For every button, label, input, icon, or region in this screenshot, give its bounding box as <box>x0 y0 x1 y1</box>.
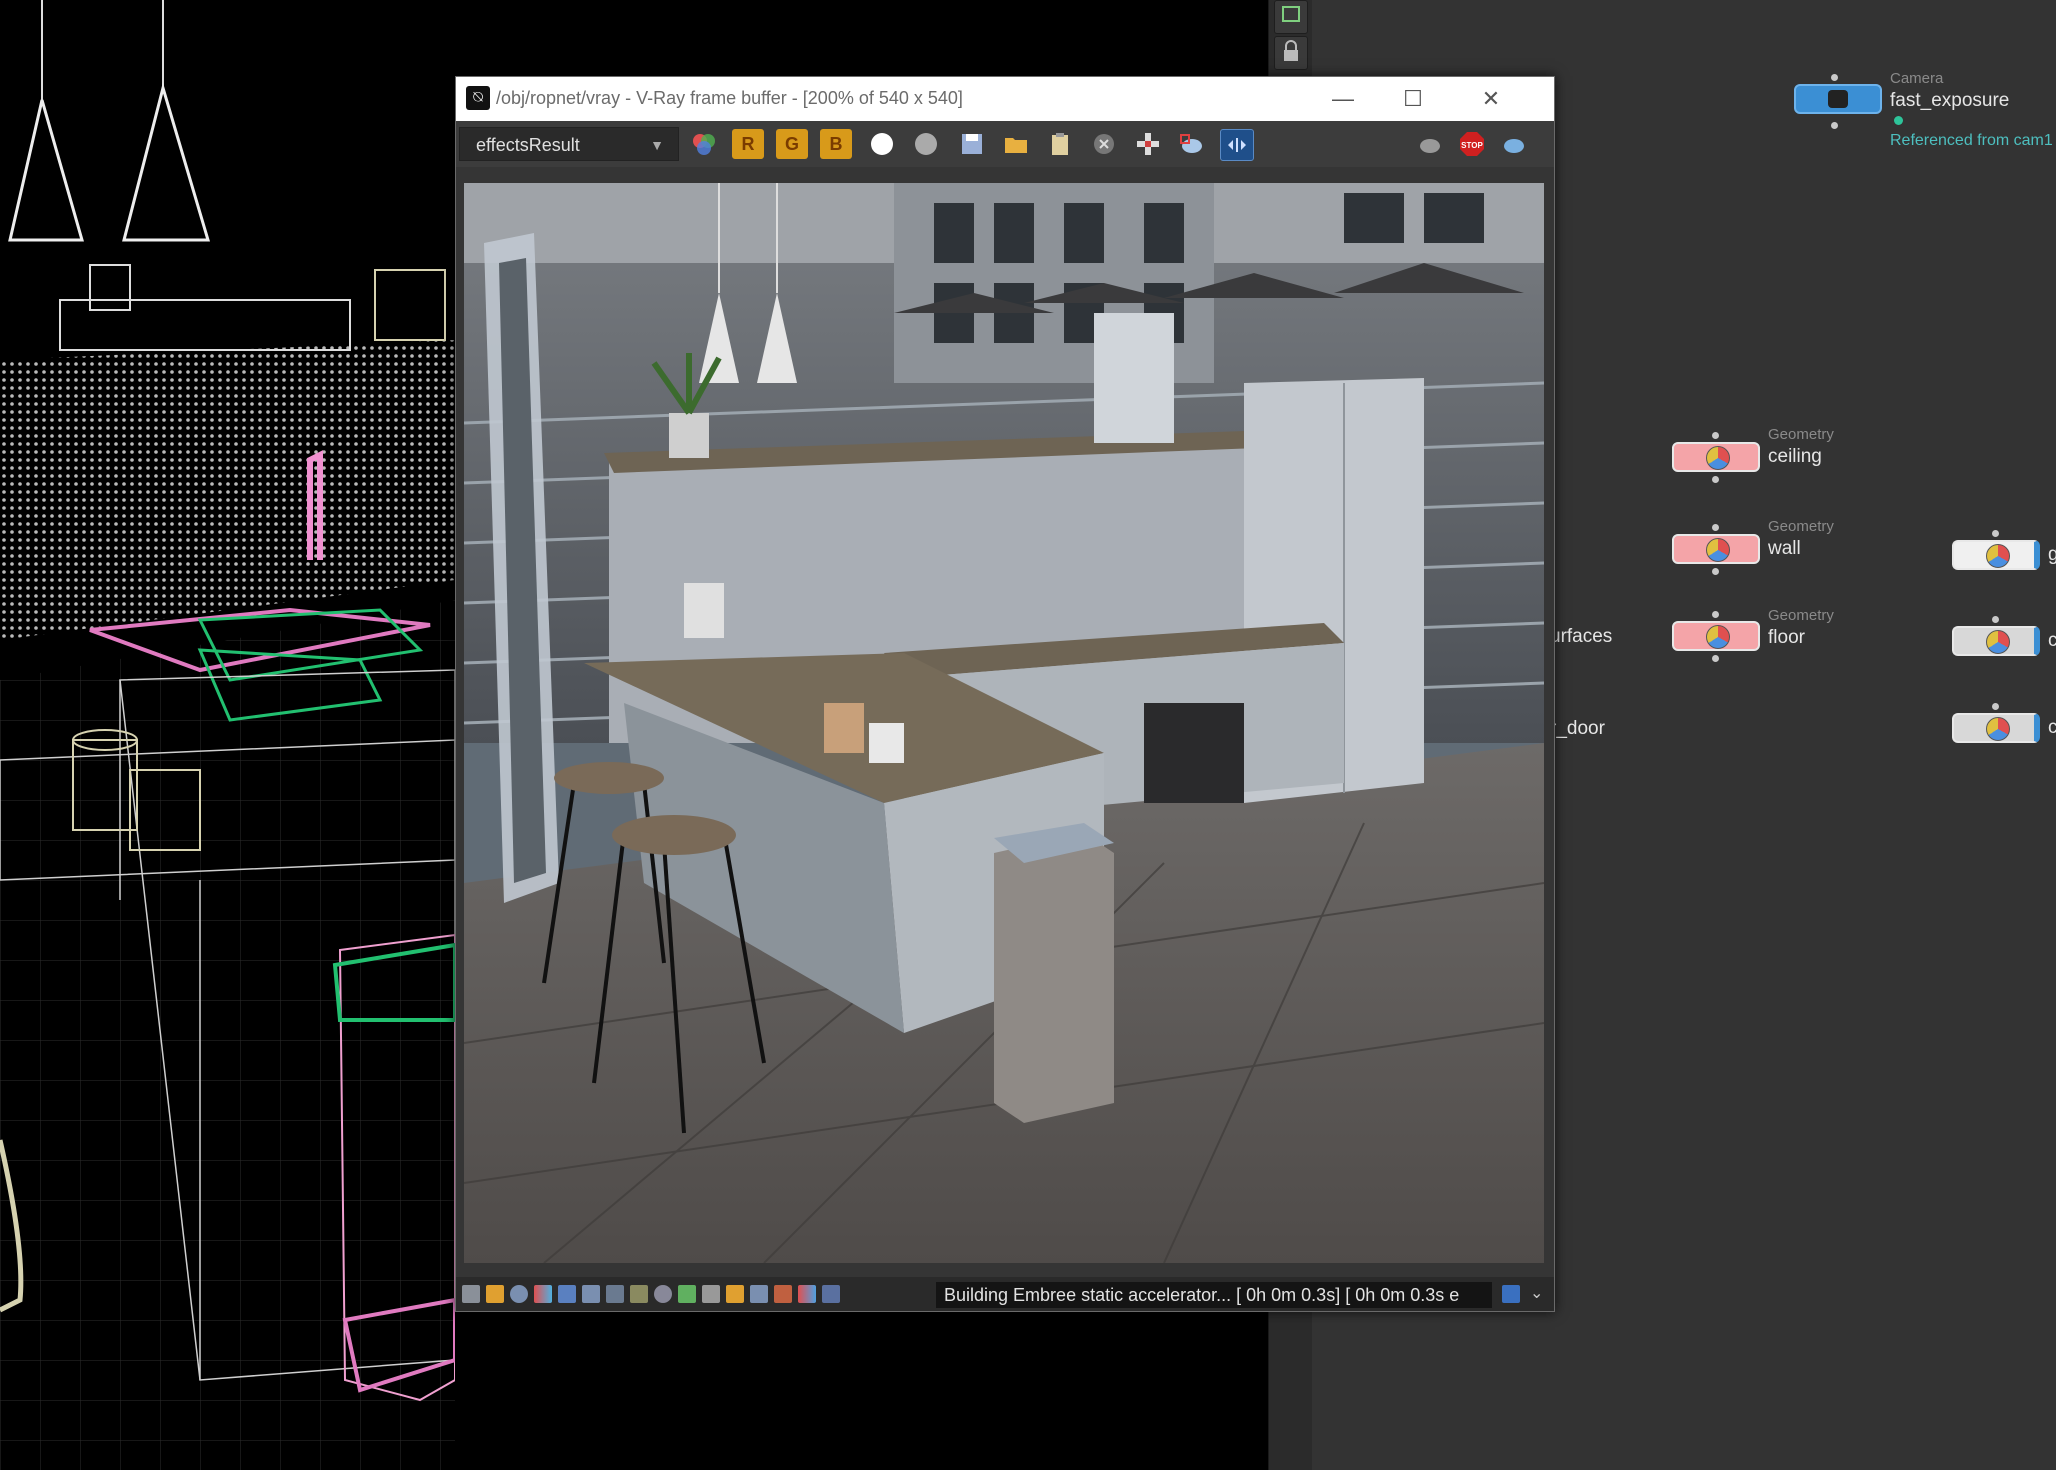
green-channel-button[interactable]: G <box>776 129 808 159</box>
clear-image-icon[interactable] <box>1088 129 1120 159</box>
save-image-icon[interactable] <box>956 129 988 159</box>
white-circle-icon[interactable] <box>866 129 898 159</box>
info-icon[interactable] <box>510 1285 528 1303</box>
maximize-button[interactable]: ☐ <box>1378 77 1448 121</box>
node-type: Geometry <box>1768 518 1834 535</box>
render-channel-select[interactable]: effectsResult ▼ <box>459 127 679 161</box>
split-icon[interactable] <box>798 1285 816 1303</box>
expand-chevron-icon[interactable]: ⌄ <box>1530 1283 1543 1303</box>
levels-icon[interactable] <box>582 1285 600 1303</box>
stop-render-icon[interactable]: STOP <box>1456 129 1488 159</box>
geometry-icon <box>1986 544 2010 568</box>
window-mode-icon[interactable] <box>1502 1285 1520 1303</box>
exposure-icon[interactable] <box>726 1285 744 1303</box>
lock-camera-button[interactable] <box>1274 36 1308 70</box>
camera-reference-note: Referenced from cam1 <box>1890 132 2053 149</box>
blue-channel-button[interactable]: B <box>820 129 852 159</box>
lens-effects-icon[interactable] <box>654 1285 672 1303</box>
partial-node-label-surfaces: urfaces <box>1550 626 1613 647</box>
h-icon[interactable] <box>750 1285 768 1303</box>
window-title: /obj/ropnet/vray - V-Ray frame buffer - … <box>496 88 963 108</box>
minimize-button[interactable]: — <box>1308 77 1378 121</box>
node-name: floor <box>1768 627 1805 648</box>
red-channel-button[interactable]: R <box>732 129 764 159</box>
rgb-channel-toggle-icon[interactable] <box>688 129 720 159</box>
stretch-icon[interactable] <box>774 1285 792 1303</box>
chevron-down-icon[interactable]: ▼ <box>642 133 672 157</box>
comment-indicator-icon <box>1894 116 1903 125</box>
hsl-icon[interactable] <box>558 1285 576 1303</box>
open-folder-icon[interactable] <box>1000 129 1032 159</box>
render-channel-value: effectsResult <box>476 135 580 155</box>
window-titlebar[interactable]: ⍉ /obj/ropnet/vray - V-Ray frame buffer … <box>456 77 1554 121</box>
compare-ab-icon[interactable] <box>1220 129 1254 161</box>
partial-node-label-door: r_door <box>1550 718 1605 739</box>
geometry-icon <box>1986 717 2010 741</box>
kitchen-render <box>464 183 1544 1263</box>
node-type: Geometry <box>1768 607 1834 624</box>
histogram-icon[interactable] <box>606 1285 624 1303</box>
camera-node-type: Camera <box>1890 70 1944 87</box>
mono-circle-icon[interactable] <box>910 129 942 159</box>
geometry-icon <box>1706 625 1730 649</box>
camera-node-shape[interactable] <box>1794 84 1882 114</box>
curves-icon[interactable] <box>630 1285 648 1303</box>
geometry-icon <box>1706 446 1730 470</box>
node-name: ceiling <box>1768 446 1822 467</box>
node-name: wall <box>1768 538 1801 559</box>
lut-icon[interactable] <box>702 1285 720 1303</box>
camera-node-name: fast_exposure <box>1890 90 2010 111</box>
render-region-teapot-icon[interactable] <box>1176 129 1208 159</box>
track-mouse-icon[interactable] <box>1132 129 1164 159</box>
vfb-toolbar: effectsResult ▼ R G B STOP <box>456 121 1554 167</box>
settings-icon[interactable] <box>822 1285 840 1303</box>
color-correction-icon[interactable] <box>534 1285 552 1303</box>
vray-frame-buffer-window[interactable]: ⍉ /obj/ropnet/vray - V-Ray frame buffer … <box>455 76 1555 1312</box>
display-options-button[interactable] <box>1274 0 1308 34</box>
clipboard-icon[interactable] <box>1044 129 1076 159</box>
svg-text:STOP: STOP <box>1461 141 1483 150</box>
vray-app-icon: ⍉ <box>466 86 490 110</box>
node-name: c <box>2048 717 2056 738</box>
vfb-status-bar: Building Embree static accelerator... [ … <box>456 1277 1554 1311</box>
render-teapot-icon[interactable] <box>1498 129 1530 159</box>
history-icon[interactable] <box>462 1285 480 1303</box>
geometry-icon <box>1986 630 2010 654</box>
node-name: c <box>2048 630 2056 651</box>
close-button[interactable]: ✕ <box>1456 77 1526 121</box>
camera-icon <box>1828 90 1848 108</box>
node-name: g <box>2048 544 2056 565</box>
geometry-icon <box>1706 538 1730 562</box>
layers-icon[interactable] <box>486 1285 504 1303</box>
render-last-teapot-icon[interactable] <box>1414 129 1446 159</box>
rendered-image[interactable] <box>464 183 1544 1263</box>
background-image-icon[interactable] <box>678 1285 696 1303</box>
render-status-text: Building Embree static accelerator... [ … <box>936 1282 1492 1308</box>
node-type: Geometry <box>1768 426 1834 443</box>
